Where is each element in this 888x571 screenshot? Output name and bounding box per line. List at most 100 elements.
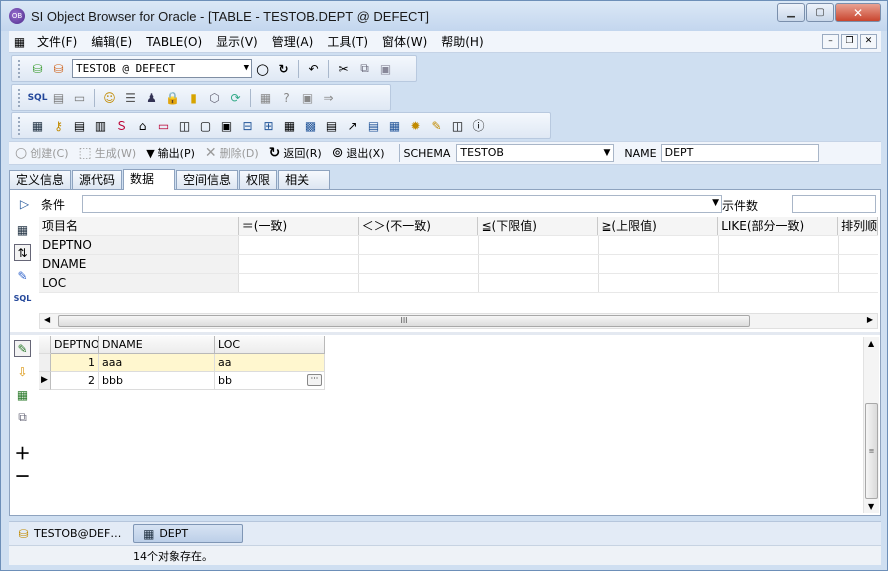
cell-deptno[interactable]: 2	[51, 372, 99, 390]
import-icon[interactable]: ⇩	[14, 363, 31, 380]
queue-icon[interactable]: ▤	[365, 117, 382, 134]
chart-icon[interactable]: ▩	[302, 117, 319, 134]
library-icon[interactable]: ◫	[449, 117, 466, 134]
play-icon[interactable]: ▷	[16, 196, 33, 213]
job-icon[interactable]: ▦	[386, 117, 403, 134]
sync-icon[interactable]: ⟳	[227, 89, 244, 106]
monitor-icon[interactable]: ▣	[299, 89, 316, 106]
mdi-restore-button[interactable]: ❐	[841, 34, 858, 49]
cell-deptno[interactable]: 1	[51, 354, 99, 372]
column-header[interactable]: 排列顺	[838, 217, 878, 235]
table-row[interactable]: 1 aaa aa	[39, 354, 369, 372]
scroll-down-icon[interactable]: ▼	[868, 502, 874, 511]
menu-tools[interactable]: 工具(T)	[320, 31, 375, 53]
column-header[interactable]: ＜＞(不一致)	[358, 217, 479, 235]
connect-icon[interactable]: ⛁	[29, 60, 46, 77]
tree2-icon[interactable]: ⊞	[260, 117, 277, 134]
export-tool-icon[interactable]: ⇒	[320, 89, 337, 106]
tab-definition[interactable]: 定义信息	[9, 170, 72, 189]
condition-cell[interactable]	[239, 255, 359, 273]
condition-cell[interactable]	[359, 236, 479, 254]
wand-icon[interactable]: ✎	[428, 117, 445, 134]
refresh-icon[interactable]: ↻	[275, 60, 292, 77]
menu-manage[interactable]: 管理(A)	[265, 31, 321, 53]
condition-cell[interactable]	[479, 274, 599, 292]
maximize-button[interactable]: ▢	[806, 3, 834, 22]
horizontal-scrollbar[interactable]: ◀ III ▶	[39, 313, 878, 329]
menu-file[interactable]: 文件(F)	[30, 31, 84, 53]
column-header[interactable]: 项目名	[39, 217, 239, 235]
align-icon[interactable]: ⇅	[14, 244, 31, 261]
close-button[interactable]: ✕	[835, 3, 881, 22]
users-icon[interactable]: ♟	[143, 89, 160, 106]
cell-loc[interactable]: aa	[215, 354, 325, 372]
tab-data[interactable]: 数据	[123, 169, 176, 190]
document-menu-icon[interactable]: ▦	[11, 33, 28, 50]
mdi-close-button[interactable]: ✕	[860, 34, 877, 49]
view-icon[interactable]: ▤	[71, 117, 88, 134]
calendar-icon[interactable]: ▦	[281, 117, 298, 134]
lock-icon[interactable]: 🔒	[164, 89, 181, 106]
column-header[interactable]: ≧(上限值)	[598, 217, 719, 235]
index-icon[interactable]: ▣	[218, 117, 235, 134]
tab-related[interactable]: 相关	[278, 170, 331, 189]
count-input[interactable]	[792, 195, 876, 213]
package-body-icon[interactable]: ◫	[176, 117, 193, 134]
cylinder-icon[interactable]: ▮	[185, 89, 202, 106]
toolbar-grip[interactable]	[18, 116, 21, 135]
scrollbar-thumb[interactable]: ≡	[865, 403, 878, 499]
column-header[interactable]: DNAME	[99, 336, 215, 354]
title-bar[interactable]: OB SI Object Browser for Oracle - [TABLE…	[1, 1, 887, 31]
database-icon[interactable]: ☰	[122, 89, 139, 106]
synonym-icon[interactable]: ▢	[197, 117, 214, 134]
cut-icon[interactable]: ✂	[335, 60, 352, 77]
script-icon[interactable]: ▤	[50, 89, 67, 106]
condition-cell[interactable]	[359, 255, 479, 273]
current-row-icon[interactable]: ▶	[39, 372, 51, 390]
table-row[interactable]: ▶ 2 bbb bb ···	[39, 372, 369, 390]
info-icon[interactable]: ⓘ	[470, 117, 487, 134]
scroll-left-icon[interactable]: ◀	[44, 315, 50, 324]
edit-icon[interactable]: ✎	[14, 340, 31, 357]
function-icon[interactable]: ⌂	[134, 117, 151, 134]
package-icon[interactable]: ⬡	[206, 89, 223, 106]
cell-dname[interactable]: bbb	[99, 372, 215, 390]
exit-button[interactable]: ⊚ 退出(X)	[332, 145, 385, 161]
condition-cell[interactable]	[479, 236, 599, 254]
add-row-icon[interactable]: ＋	[14, 443, 31, 463]
menu-edit[interactable]: 编辑(E)	[84, 31, 139, 53]
output-button[interactable]: ▼ 输出(P)	[146, 145, 195, 161]
disconnect-icon[interactable]: ⛁	[50, 60, 67, 77]
doc-tab-dept[interactable]: ▦ DEPT	[133, 524, 244, 543]
link-icon[interactable]: ↗	[344, 117, 361, 134]
paste-icon[interactable]: ▣	[377, 60, 394, 77]
tab-space[interactable]: 空间信息	[176, 170, 239, 189]
sql-icon[interactable]: SQL	[28, 89, 48, 106]
condition-cell[interactable]	[599, 236, 719, 254]
back-button[interactable]: ↻ 返回(R)	[269, 145, 322, 161]
sequence-icon[interactable]: ▥	[92, 117, 109, 134]
column-header[interactable]: LOC	[215, 336, 325, 354]
copy-icon[interactable]: ⧉	[14, 409, 31, 426]
cell-loc[interactable]: bb ···	[215, 372, 325, 390]
grid-tool-icon[interactable]: ▦	[257, 89, 274, 106]
remove-row-icon[interactable]: －	[14, 466, 31, 486]
toolbar-grip[interactable]	[18, 88, 21, 107]
undo-icon[interactable]: ↶	[305, 60, 322, 77]
gear-icon[interactable]: ✹	[407, 117, 424, 134]
condition-cell[interactable]	[719, 236, 839, 254]
condition-cell[interactable]	[599, 274, 719, 292]
menu-window[interactable]: 窗体(W)	[375, 31, 434, 53]
generate-button[interactable]: ⬚ 生成(W)	[78, 145, 136, 161]
key-icon[interactable]: ⚷	[50, 117, 67, 134]
form-icon[interactable]: ▤	[323, 117, 340, 134]
trigger-icon[interactable]: ▭	[155, 117, 172, 134]
ellipsis-button[interactable]: ···	[307, 374, 322, 386]
connection-select[interactable]: TESTOB @ DEFECT ▼	[72, 59, 252, 78]
schema-select[interactable]: TESTOB ▼	[456, 144, 615, 162]
condition-cell[interactable]	[359, 274, 479, 292]
procedure-icon[interactable]: Ｓ	[113, 117, 130, 134]
menu-table[interactable]: TABLE(O)	[139, 31, 209, 53]
scroll-up-icon[interactable]: ▲	[868, 339, 874, 348]
doc-tab-connection[interactable]: ⛁ TESTOB@DEF…	[9, 524, 127, 543]
